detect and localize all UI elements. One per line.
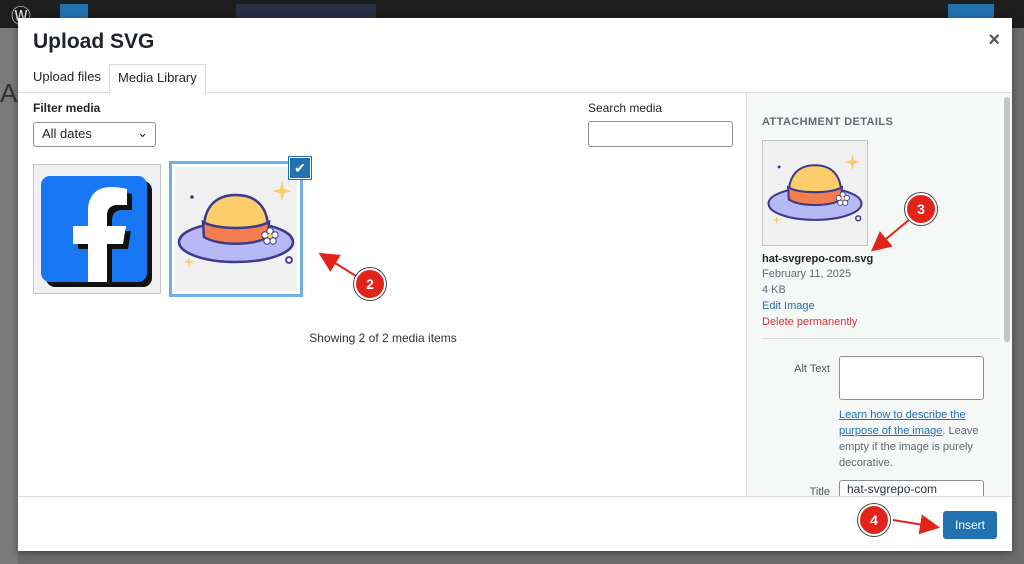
callout-badge-2: 2 (354, 268, 386, 300)
callout-3-arrow (870, 218, 911, 252)
callout-2-arrow (318, 252, 357, 277)
callout-badge-3: 3 (905, 193, 937, 225)
annotation-arrows (318, 218, 940, 535)
callout-badge-4: 4 (858, 504, 890, 536)
callout-4-arrow (892, 514, 940, 535)
